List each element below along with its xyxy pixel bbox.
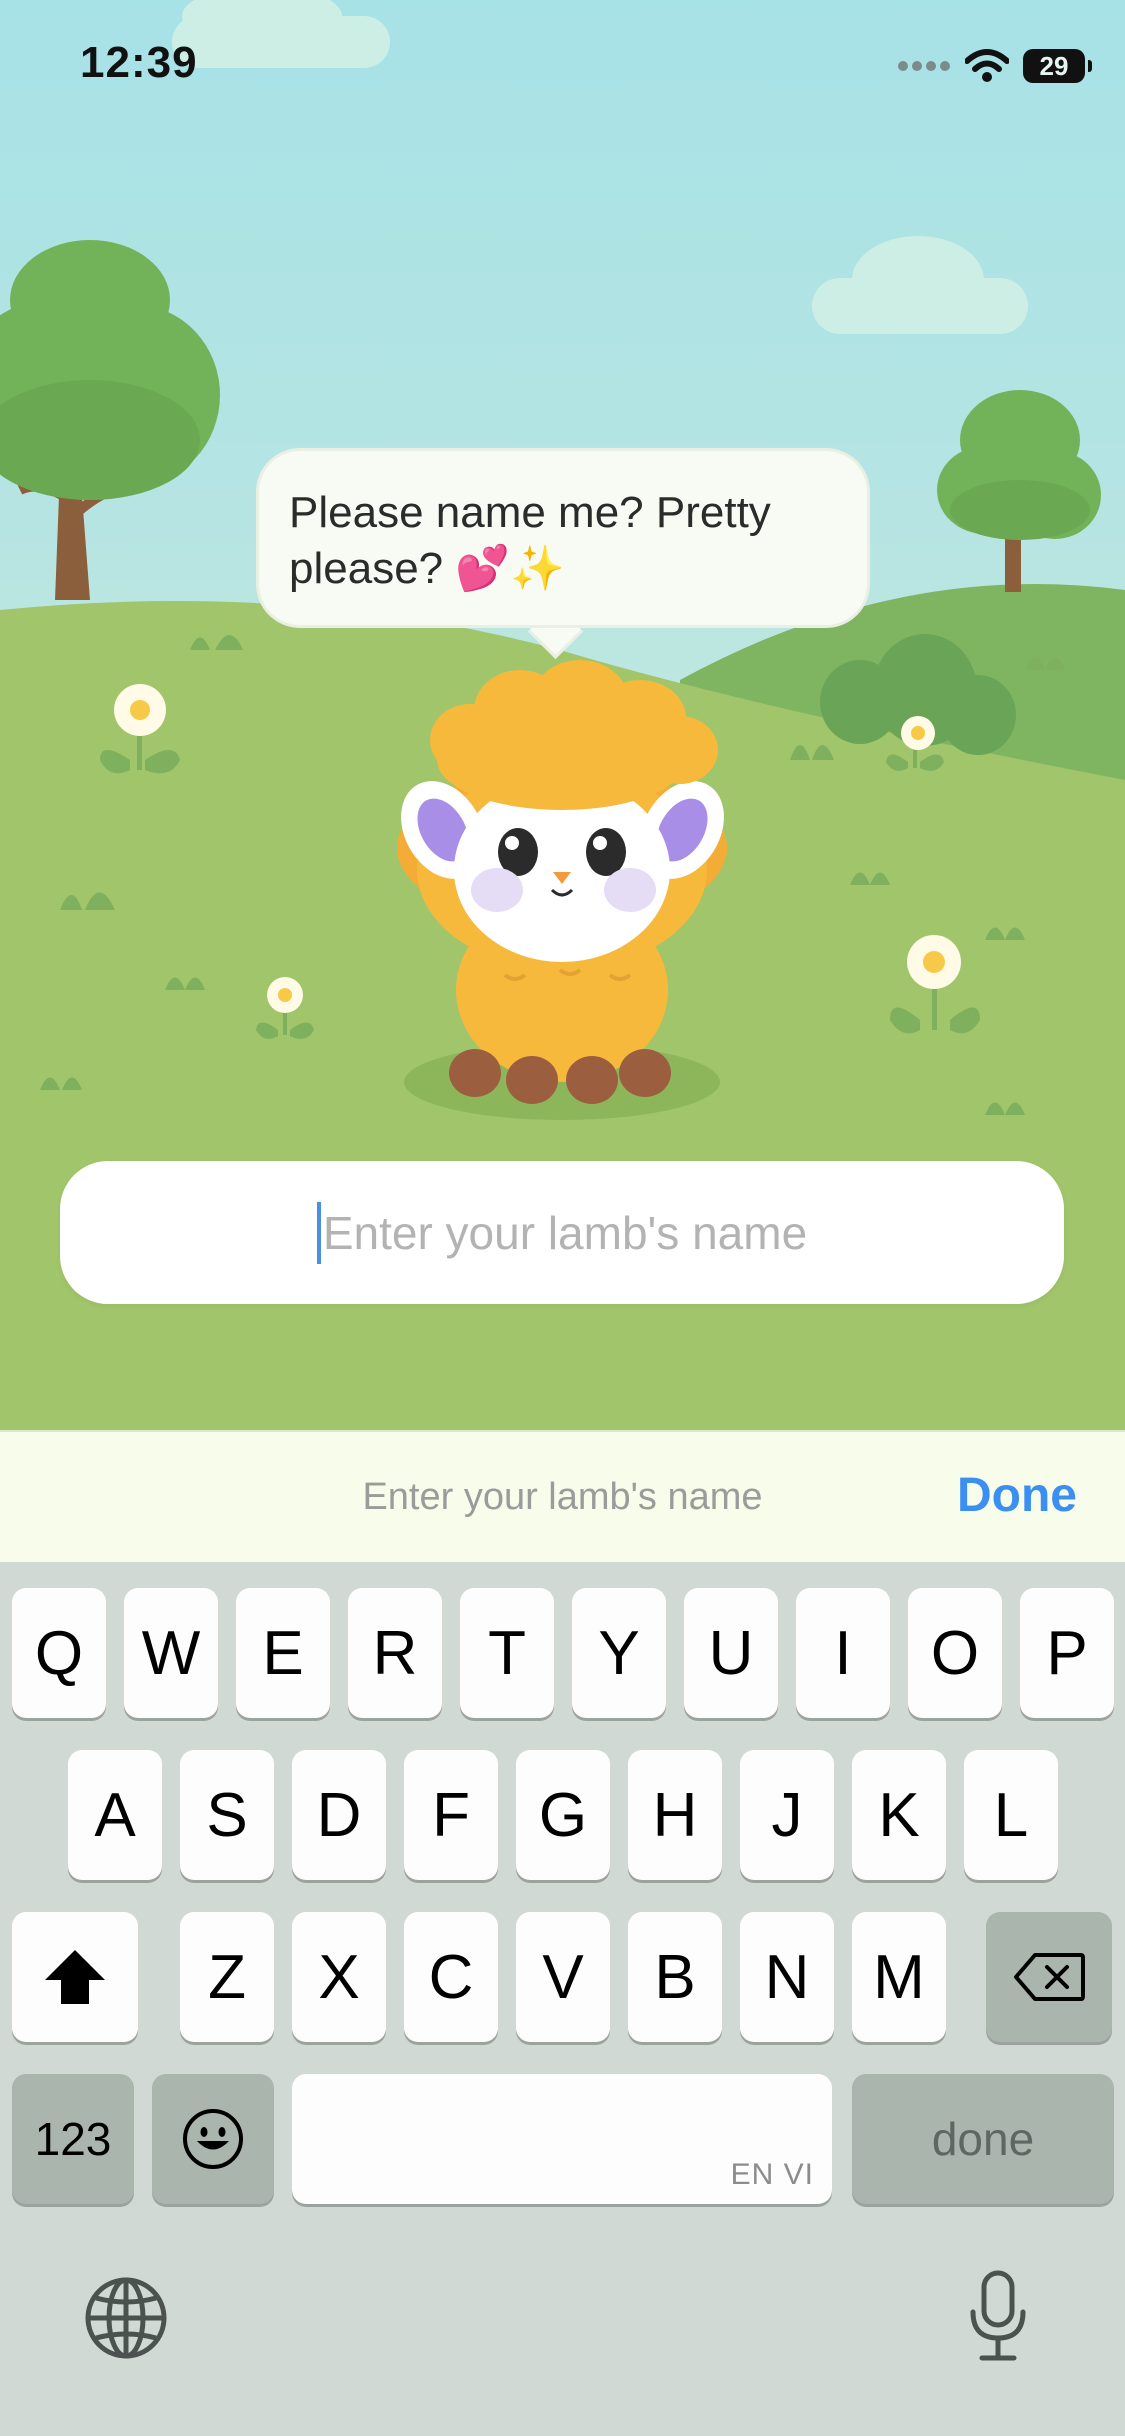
battery-icon: 29 (1023, 49, 1092, 83)
key-label: A (94, 1780, 136, 1850)
numbers-key[interactable]: 123 (12, 2074, 134, 2204)
key-label: done (931, 2113, 1035, 2165)
space-language-label: EN VI (730, 2158, 814, 2191)
key-r[interactable]: R (348, 1588, 442, 1718)
key-label: Q (34, 1618, 84, 1688)
key-label: F (432, 1780, 470, 1850)
key-label: K (878, 1780, 920, 1850)
delete-key[interactable] (986, 1912, 1112, 2042)
keyboard-accessory-bar: Enter your lamb's name Done (0, 1430, 1125, 1562)
key-label: L (993, 1780, 1029, 1850)
key-m[interactable]: M (852, 1912, 946, 2042)
key-label: V (542, 1942, 584, 2012)
key-s[interactable]: S (180, 1750, 274, 1880)
key-label: B (654, 1942, 696, 2012)
text-cursor (316, 1201, 321, 1264)
key-label: S (206, 1780, 248, 1850)
key-label: W (141, 1618, 201, 1688)
speech-bubble: Please name me? Pretty please? 💕✨ (256, 448, 870, 628)
wifi-icon (965, 49, 1009, 82)
key-label: C (428, 1942, 474, 2012)
tree-icon (0, 240, 220, 600)
accessory-done-button[interactable]: Done (957, 1468, 1077, 1523)
key-label: D (316, 1780, 362, 1850)
status-time: 12:39 (80, 38, 198, 87)
key-label: G (538, 1780, 588, 1850)
space-key[interactable]: EN VI (292, 2074, 832, 2204)
key-t[interactable]: T (460, 1588, 554, 1718)
lamb-scene: 12:39 29 Please name me? Pretty please? … (0, 0, 1125, 1430)
key-z[interactable]: Z (180, 1912, 274, 2042)
emoji-key[interactable] (152, 2074, 274, 2204)
emoji-icon (183, 2109, 243, 2169)
key-p[interactable]: P (1020, 1588, 1114, 1718)
signal-icon (898, 61, 950, 71)
key-label: N (764, 1942, 810, 2012)
key-label: 123 (34, 2113, 112, 2165)
key-label: H (652, 1780, 698, 1850)
key-i[interactable]: I (796, 1588, 890, 1718)
key-f[interactable]: F (404, 1750, 498, 1880)
key-label: E (262, 1618, 304, 1688)
key-q[interactable]: Q (12, 1588, 106, 1718)
return-done-key[interactable]: done (852, 2074, 1114, 2204)
key-u[interactable]: U (684, 1588, 778, 1718)
key-v[interactable]: V (516, 1912, 610, 2042)
key-o[interactable]: O (908, 1588, 1002, 1718)
key-label: O (930, 1618, 980, 1688)
backspace-icon (1014, 1953, 1085, 2001)
key-n[interactable]: N (740, 1912, 834, 2042)
key-a[interactable]: A (68, 1750, 162, 1880)
key-label: I (834, 1618, 852, 1688)
shift-key[interactable] (12, 1912, 138, 2042)
speech-bubble-text: Please name me? Pretty please? 💕✨ (289, 488, 771, 593)
tree-icon (937, 390, 1101, 592)
key-x[interactable]: X (292, 1912, 386, 2042)
shift-arrow-icon (45, 1950, 105, 2004)
key-l[interactable]: L (964, 1750, 1058, 1880)
key-k[interactable]: K (852, 1750, 946, 1880)
key-j[interactable]: J (740, 1750, 834, 1880)
lamb-name-placeholder: Enter your lamb's name (322, 1206, 808, 1259)
key-label: X (318, 1942, 360, 2012)
key-w[interactable]: W (124, 1588, 218, 1718)
key-label: U (708, 1618, 754, 1688)
key-c[interactable]: C (404, 1912, 498, 2042)
key-label: Z (208, 1942, 246, 2012)
lamb-name-input[interactable]: Enter your lamb's name (60, 1161, 1064, 1304)
key-label: Y (598, 1618, 640, 1688)
key-y[interactable]: Y (572, 1588, 666, 1718)
globe-icon[interactable] (84, 2276, 168, 2360)
key-label: P (1046, 1618, 1088, 1688)
key-label: R (372, 1618, 418, 1688)
key-label: J (771, 1780, 803, 1850)
status-icons: 29 (897, 46, 1092, 86)
battery-level: 29 (1039, 50, 1069, 81)
microphone-icon[interactable] (968, 2270, 1028, 2362)
key-b[interactable]: B (628, 1912, 722, 2042)
keyboard: Q W E R T Y U I O P A S D F G H J K L Z … (0, 1562, 1125, 2436)
key-label: M (873, 1942, 925, 2012)
key-g[interactable]: G (516, 1750, 610, 1880)
key-d[interactable]: D (292, 1750, 386, 1880)
key-h[interactable]: H (628, 1750, 722, 1880)
key-label: T (488, 1618, 526, 1688)
key-e[interactable]: E (236, 1588, 330, 1718)
